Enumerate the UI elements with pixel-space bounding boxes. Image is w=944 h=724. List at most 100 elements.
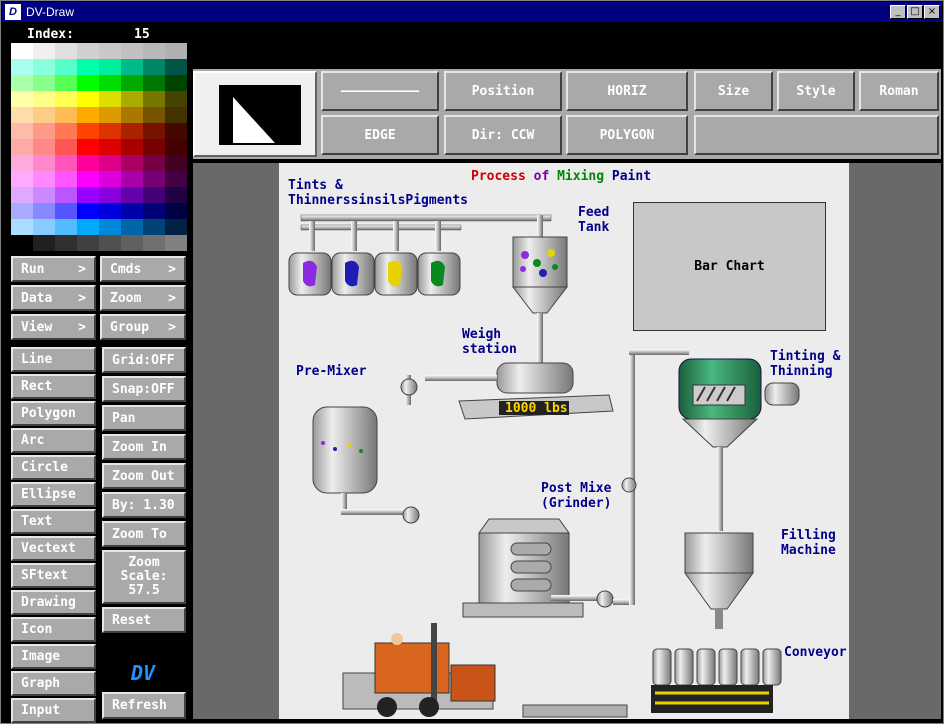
palette-swatch[interactable]	[99, 91, 121, 107]
palette-swatch[interactable]	[165, 235, 187, 251]
zoom-to-button[interactable]: Zoom To	[102, 521, 186, 547]
pigment-tanks[interactable]	[288, 214, 552, 296]
tool-drawing[interactable]: Drawing	[11, 590, 96, 615]
palette-swatch[interactable]	[165, 171, 187, 187]
palette-swatch[interactable]	[99, 123, 121, 139]
menu-data[interactable]: Data >	[11, 285, 96, 311]
tinting-thinning-mixer[interactable]	[678, 358, 800, 531]
palette-swatch[interactable]	[77, 139, 99, 155]
palette-swatch[interactable]	[77, 235, 99, 251]
edge-button[interactable]: EDGE	[321, 115, 439, 155]
font-button[interactable]: Roman	[859, 71, 939, 111]
palette-swatch[interactable]	[55, 187, 77, 203]
palette-swatch[interactable]	[55, 59, 77, 75]
tool-vectext[interactable]: Vectext	[11, 536, 96, 561]
size-button[interactable]: Size	[694, 71, 773, 111]
pigment-tank-3[interactable]	[374, 221, 418, 296]
tool-graph[interactable]: Graph	[11, 671, 96, 696]
palette-swatch[interactable]	[33, 203, 55, 219]
style-button[interactable]: Style	[777, 71, 855, 111]
palette-swatch[interactable]	[33, 123, 55, 139]
empty-attribute-button[interactable]	[694, 115, 939, 155]
palette-swatch[interactable]	[55, 43, 77, 59]
pre-mixer[interactable]	[312, 375, 418, 515]
tool-text[interactable]: Text	[11, 509, 96, 534]
tool-ellipse[interactable]: Ellipse	[11, 482, 96, 507]
conveyor[interactable]	[651, 648, 782, 713]
palette-swatch[interactable]	[143, 235, 165, 251]
palette-swatch[interactable]	[11, 155, 33, 171]
palette-swatch[interactable]	[55, 219, 77, 235]
palette-swatch[interactable]	[33, 75, 55, 91]
palette-swatch[interactable]	[33, 91, 55, 107]
palette-swatch[interactable]	[99, 187, 121, 203]
palette-swatch[interactable]	[121, 171, 143, 187]
tool-circle[interactable]: Circle	[11, 455, 96, 480]
zoom-factor-button[interactable]: By: 1.30	[102, 492, 186, 518]
palette-swatch[interactable]	[11, 235, 33, 251]
palette-swatch[interactable]	[11, 123, 33, 139]
palette-swatch[interactable]	[99, 155, 121, 171]
pigment-tank-4[interactable]	[417, 221, 461, 296]
palette-swatch[interactable]	[99, 75, 121, 91]
palette-swatch[interactable]	[55, 75, 77, 91]
palette-swatch[interactable]	[77, 203, 99, 219]
direction-button[interactable]: Dir: CCW	[444, 115, 562, 155]
palette-swatch[interactable]	[11, 75, 33, 91]
menu-run[interactable]: Run >	[11, 256, 96, 282]
palette-swatch[interactable]	[121, 75, 143, 91]
palette-swatch[interactable]	[33, 59, 55, 75]
palette-swatch[interactable]	[77, 59, 99, 75]
palette-swatch[interactable]	[55, 139, 77, 155]
snap-toggle[interactable]: Snap:OFF	[102, 376, 186, 402]
filling-machine[interactable]	[684, 532, 754, 629]
polygon-mode-button[interactable]: POLYGON	[566, 115, 688, 155]
palette-swatch[interactable]	[165, 59, 187, 75]
palette-swatch[interactable]	[143, 139, 165, 155]
palette-swatch[interactable]	[121, 155, 143, 171]
palette-swatch[interactable]	[77, 187, 99, 203]
palette-swatch[interactable]	[99, 203, 121, 219]
palette-swatch[interactable]	[165, 219, 187, 235]
palette-swatch[interactable]	[77, 171, 99, 187]
palette-swatch[interactable]	[165, 107, 187, 123]
menu-view[interactable]: View >	[11, 314, 96, 340]
palette-swatch[interactable]	[121, 59, 143, 75]
palette-swatch[interactable]	[99, 219, 121, 235]
tool-arc[interactable]: Arc	[11, 428, 96, 453]
pigment-tank-2[interactable]	[331, 221, 375, 296]
palette-swatch[interactable]	[55, 171, 77, 187]
zoom-out-button[interactable]: Zoom Out	[102, 463, 186, 489]
pigment-tank-1[interactable]	[288, 221, 332, 296]
palette-swatch[interactable]	[11, 107, 33, 123]
menu-group[interactable]: Group >	[100, 314, 186, 340]
palette-swatch[interactable]	[77, 107, 99, 123]
palette-swatch[interactable]	[99, 43, 121, 59]
palette-swatch[interactable]	[121, 203, 143, 219]
palette-swatch[interactable]	[121, 43, 143, 59]
palette-swatch[interactable]	[99, 59, 121, 75]
palette-swatch[interactable]	[33, 171, 55, 187]
palette-swatch[interactable]	[143, 187, 165, 203]
palette-swatch[interactable]	[143, 43, 165, 59]
menu-cmds[interactable]: Cmds >	[100, 256, 186, 282]
palette-swatch[interactable]	[33, 107, 55, 123]
palette-swatch[interactable]	[165, 187, 187, 203]
bar-chart-placeholder[interactable]: Bar Chart	[633, 202, 826, 331]
palette-swatch[interactable]	[55, 235, 77, 251]
palette-swatch[interactable]	[165, 123, 187, 139]
refresh-button[interactable]: Refresh	[102, 692, 186, 719]
tool-icon[interactable]: Icon	[11, 617, 96, 642]
palette-swatch[interactable]	[77, 219, 99, 235]
palette-swatch[interactable]	[143, 91, 165, 107]
palette-swatch[interactable]	[55, 91, 77, 107]
palette-swatch[interactable]	[99, 107, 121, 123]
maximize-button[interactable]: □	[907, 5, 923, 19]
grid-toggle[interactable]: Grid:OFF	[102, 347, 186, 373]
position-button[interactable]: Position	[444, 71, 562, 111]
palette-swatch[interactable]	[55, 123, 77, 139]
palette-swatch[interactable]	[165, 139, 187, 155]
palette-swatch[interactable]	[121, 187, 143, 203]
color-palette[interactable]	[11, 43, 187, 251]
horiz-button[interactable]: HORIZ	[566, 71, 688, 111]
